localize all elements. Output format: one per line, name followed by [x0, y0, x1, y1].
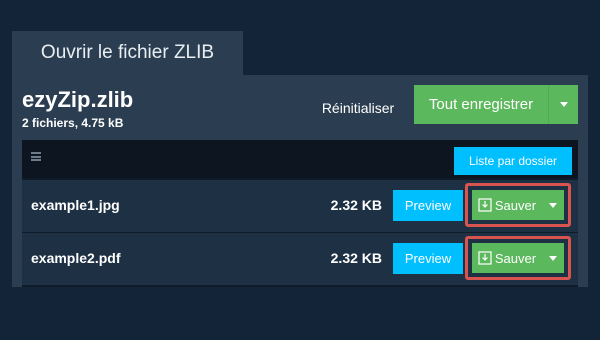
file-name: example1.jpg	[31, 197, 120, 213]
save-highlight: Sauver	[465, 236, 571, 280]
file-size: 2.32 KB	[330, 197, 382, 213]
file-size: 2.32 KB	[330, 250, 382, 266]
save-dropdown[interactable]	[542, 243, 564, 273]
hamburger-icon[interactable]	[31, 152, 41, 161]
archive-meta: 2 fichiers, 4.75 kB	[22, 116, 124, 130]
archive-name: ezyZip.zlib	[22, 87, 134, 112]
reset-button[interactable]: Réinitialiser	[312, 95, 404, 121]
download-icon	[478, 251, 492, 265]
file-name: example2.pdf	[31, 250, 121, 266]
tab-title: Ouvrir le fichier ZLIB	[40, 42, 215, 63]
save-dropdown[interactable]	[542, 190, 564, 220]
download-icon	[478, 198, 492, 212]
save-all-label[interactable]: Tout enregistrer	[414, 85, 548, 124]
caret-down-icon	[549, 255, 557, 261]
caret-down-icon	[549, 202, 557, 208]
preview-button[interactable]: Preview	[393, 190, 463, 221]
save-all-button[interactable]: Tout enregistrer	[414, 85, 578, 124]
preview-button[interactable]: Preview	[393, 243, 463, 274]
tab-open-zlib[interactable]: Ouvrir le fichier ZLIB	[12, 31, 243, 75]
save-label: Sauver	[494, 250, 537, 266]
save-highlight: Sauver	[465, 183, 571, 227]
save-main[interactable]: Sauver	[472, 190, 542, 220]
save-button[interactable]: Sauver	[472, 243, 564, 273]
file-table: Liste par dossier example1.jpg 2.32 KB P…	[22, 140, 578, 287]
save-button[interactable]: Sauver	[472, 190, 564, 220]
save-all-dropdown[interactable]	[548, 85, 578, 124]
caret-down-icon	[559, 102, 568, 107]
save-main[interactable]: Sauver	[472, 243, 542, 273]
table-row: example2.pdf 2.32 KB Preview Sauver	[22, 233, 578, 285]
table-row: example1.jpg 2.32 KB Preview Sauver	[22, 180, 578, 232]
table-header: Liste par dossier	[22, 140, 578, 178]
archive-panel: ezyZip.zlib 2 fichiers, 4.75 kB Réinitia…	[12, 75, 588, 287]
folder-view-button[interactable]: Liste par dossier	[454, 147, 572, 175]
save-label: Sauver	[494, 197, 537, 213]
